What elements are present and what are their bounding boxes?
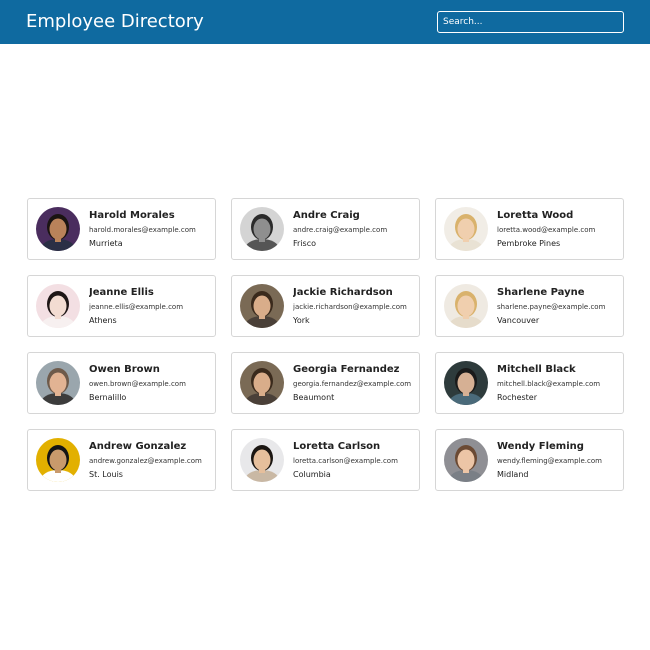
employee-name: Loretta Carlson	[293, 441, 381, 452]
employee-city: Beaumont	[293, 393, 335, 402]
employee-card[interactable]: Sharlene Payne sharlene.payne@example.com…	[435, 275, 624, 337]
employee-avatar	[444, 207, 488, 251]
employee-city: Bernalillo	[89, 393, 127, 402]
employee-email: andre.craig@example.com	[293, 226, 388, 234]
employee-name: Wendy Fleming	[497, 441, 584, 452]
employee-card[interactable]: Loretta Wood loretta.wood@example.com Pemb…	[435, 198, 624, 260]
employee-name: Owen Brown	[89, 364, 160, 375]
employee-city: Vancouver	[497, 316, 540, 325]
employee-city: Rochester	[497, 393, 537, 402]
employee-info: Sharlene Payne sharlene.payne@example.com…	[497, 286, 619, 326]
employee-city: Frisco	[293, 239, 316, 248]
employee-info: Wendy Fleming wendy.fleming@example.com Mi…	[497, 440, 619, 480]
employee-avatar	[240, 207, 284, 251]
employee-card[interactable]: Andre Craig andre.craig@example.com Frisco	[231, 198, 420, 260]
employee-name: Harold Morales	[89, 210, 175, 221]
employee-card[interactable]: Harold Morales harold.morales@example.com…	[27, 198, 216, 260]
employee-info: Mitchell Black mitchell.black@example.com…	[497, 363, 619, 403]
employee-card[interactable]: Jackie Richardson jackie.richardson@examp…	[231, 275, 420, 337]
employee-email: harold.morales@example.com	[89, 226, 196, 234]
employee-card[interactable]: Owen Brown owen.brown@example.com Bernalil…	[27, 352, 216, 414]
employee-card[interactable]: Andrew Gonzalez andrew.gonzalez@example.c…	[27, 429, 216, 491]
employee-info: Owen Brown owen.brown@example.com Bernalil…	[89, 363, 211, 403]
employee-card[interactable]: Jeanne Ellis jeanne.ellis@example.com Athe…	[27, 275, 216, 337]
employee-info: Loretta Wood loretta.wood@example.com Pemb…	[497, 209, 619, 249]
employee-grid: Harold Morales harold.morales@example.com…	[27, 198, 624, 491]
employee-name: Sharlene Payne	[497, 287, 585, 298]
search-input[interactable]	[437, 11, 624, 33]
employee-avatar	[240, 284, 284, 328]
employee-avatar	[240, 438, 284, 482]
employee-info: Andre Craig andre.craig@example.com Frisco	[293, 209, 415, 249]
employee-email: mitchell.black@example.com	[497, 380, 601, 388]
app-title: Employee Directory	[26, 11, 204, 32]
employee-avatar	[36, 284, 80, 328]
employee-name: Georgia Fernandez	[293, 364, 400, 375]
employee-name: Mitchell Black	[497, 364, 576, 375]
employee-card[interactable]: Loretta Carlson loretta.carlson@example.c…	[231, 429, 420, 491]
employee-email: wendy.fleming@example.com	[497, 457, 602, 465]
employee-avatar	[240, 361, 284, 405]
employee-email: jeanne.ellis@example.com	[89, 303, 184, 311]
employee-avatar	[36, 207, 80, 251]
employee-avatar	[36, 361, 80, 405]
employee-avatar	[444, 438, 488, 482]
employee-avatar	[444, 284, 488, 328]
employee-email: loretta.wood@example.com	[497, 226, 596, 234]
employee-city: Midland	[497, 470, 529, 479]
employee-email: jackie.richardson@example.com	[293, 303, 407, 311]
employee-info: Andrew Gonzalez andrew.gonzalez@example.c…	[89, 440, 211, 480]
employee-email: andrew.gonzalez@example.com	[89, 457, 202, 465]
employee-card[interactable]: Wendy Fleming wendy.fleming@example.com Mi…	[435, 429, 624, 491]
employee-email: sharlene.payne@example.com	[497, 303, 606, 311]
employee-email: georgia.fernandez@example.com	[293, 380, 412, 388]
employee-city: Columbia	[293, 470, 331, 479]
employee-email: loretta.carlson@example.com	[293, 457, 398, 465]
employee-avatar	[444, 361, 488, 405]
employee-info: Harold Morales harold.morales@example.com…	[89, 209, 211, 249]
employee-city: Athens	[89, 316, 117, 325]
employee-card[interactable]: Mitchell Black mitchell.black@example.com…	[435, 352, 624, 414]
employee-email: owen.brown@example.com	[89, 380, 186, 388]
employee-info: Georgia Fernandez georgia.fernandez@examp…	[293, 363, 415, 403]
employee-info: Jeanne Ellis jeanne.ellis@example.com Athe…	[89, 286, 211, 326]
employee-info: Loretta Carlson loretta.carlson@example.c…	[293, 440, 415, 480]
employee-card[interactable]: Georgia Fernandez georgia.fernandez@examp…	[231, 352, 420, 414]
employee-city: St. Louis	[89, 470, 123, 479]
employee-info: Jackie Richardson jackie.richardson@examp…	[293, 286, 415, 326]
employee-city: York	[293, 316, 310, 325]
employee-name: Jackie Richardson	[293, 287, 393, 298]
employee-name: Andre Craig	[293, 210, 360, 221]
employee-name: Andrew Gonzalez	[89, 441, 187, 452]
employee-city: Murrieta	[89, 239, 123, 248]
app-header: Employee Directory	[0, 0, 650, 44]
employee-city: Pembroke Pines	[497, 239, 561, 248]
employee-avatar	[36, 438, 80, 482]
employee-name: Loretta Wood	[497, 210, 574, 221]
employee-name: Jeanne Ellis	[89, 287, 154, 298]
